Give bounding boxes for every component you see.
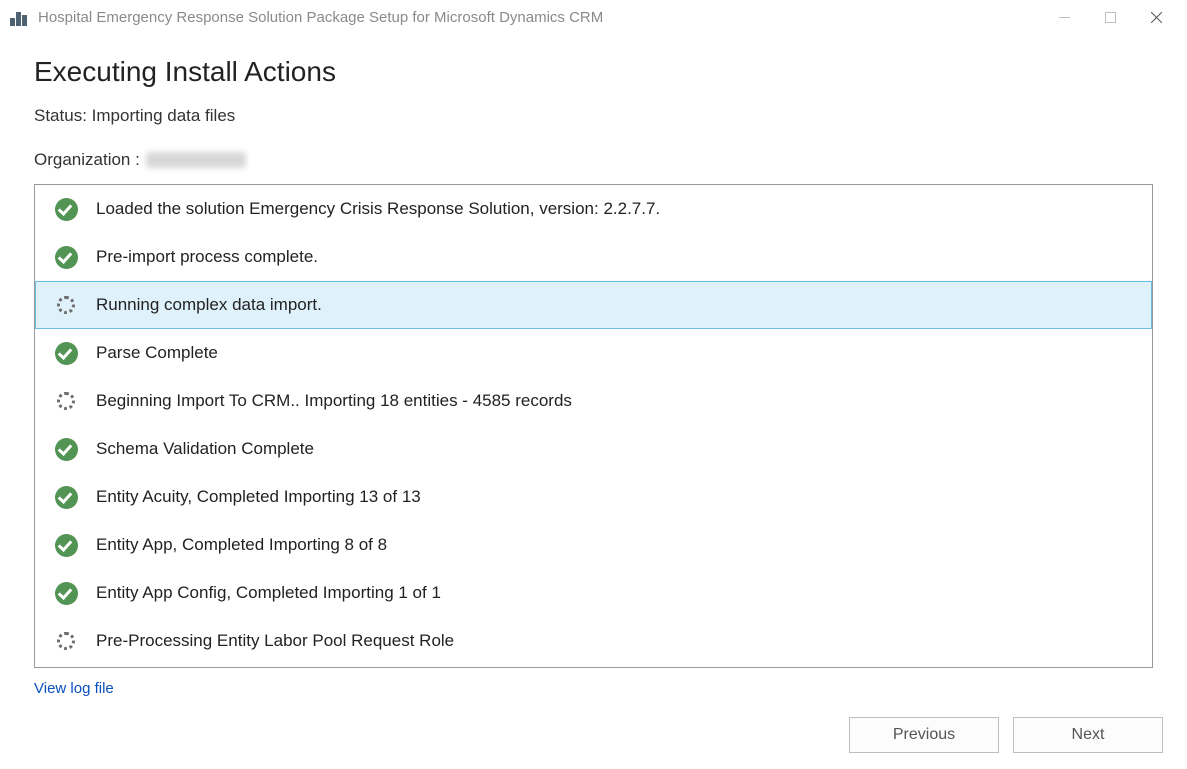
check-icon (54, 245, 78, 269)
log-row[interactable]: Pre-import process complete. (35, 233, 1152, 281)
wizard-footer: Previous Next (849, 717, 1163, 753)
next-button[interactable]: Next (1013, 717, 1163, 753)
log-row[interactable]: Running complex data import. (35, 281, 1152, 329)
log-row[interactable]: Beginning Import To CRM.. Importing 18 e… (35, 377, 1152, 425)
title-bar: Hospital Emergency Response Solution Pac… (0, 0, 1187, 34)
log-text: Pre-import process complete. (96, 247, 318, 267)
log-text: Entity App Config, Completed Importing 1… (96, 583, 441, 603)
minimize-button[interactable] (1041, 2, 1087, 32)
organization-line: Organization : (34, 150, 1153, 170)
log-row[interactable]: Entity Acuity, Completed Importing 13 of… (35, 473, 1152, 521)
previous-button[interactable]: Previous (849, 717, 999, 753)
minimize-icon (1059, 12, 1070, 23)
content-area: Executing Install Actions Status: Import… (0, 34, 1187, 697)
check-icon (54, 485, 78, 509)
status-value: Importing data files (92, 106, 236, 125)
log-text: Running complex data import. (96, 295, 322, 315)
close-button[interactable] (1133, 2, 1179, 32)
log-row[interactable]: Loaded the solution Emergency Crisis Res… (35, 185, 1152, 233)
organization-value-redacted (146, 152, 246, 168)
log-text: Entity Acuity, Completed Importing 13 of… (96, 487, 421, 507)
spinner-icon (54, 389, 78, 413)
log-text: Pre-Processing Entity Labor Pool Request… (96, 631, 454, 651)
check-icon (54, 581, 78, 605)
log-row[interactable]: Entity App Config, Completed Importing 1… (35, 569, 1152, 617)
log-row[interactable]: Pre-Processing Entity Labor Pool Request… (35, 617, 1152, 665)
spinner-icon (54, 629, 78, 653)
window-controls (1041, 2, 1179, 32)
page-title: Executing Install Actions (34, 56, 1153, 88)
log-row[interactable]: Entity App, Completed Importing 8 of 8 (35, 521, 1152, 569)
log-text: Beginning Import To CRM.. Importing 18 e… (96, 391, 572, 411)
maximize-button (1087, 2, 1133, 32)
log-row[interactable]: Schema Validation Complete (35, 425, 1152, 473)
app-icon (10, 8, 30, 26)
maximize-icon (1105, 12, 1116, 23)
log-text: Loaded the solution Emergency Crisis Res… (96, 199, 660, 219)
window-title: Hospital Emergency Response Solution Pac… (38, 9, 603, 26)
check-icon (54, 437, 78, 461)
log-row[interactable]: Parse Complete (35, 329, 1152, 377)
status-line: Status: Importing data files (34, 106, 1153, 126)
check-icon (54, 533, 78, 557)
log-text: Parse Complete (96, 343, 218, 363)
log-text: Entity App, Completed Importing 8 of 8 (96, 535, 387, 555)
check-icon (54, 197, 78, 221)
organization-label: Organization : (34, 150, 140, 170)
status-label: Status: (34, 106, 87, 125)
close-icon (1151, 12, 1162, 23)
log-text: Schema Validation Complete (96, 439, 314, 459)
spinner-icon (54, 293, 78, 317)
check-icon (54, 341, 78, 365)
install-log[interactable]: Loaded the solution Emergency Crisis Res… (34, 184, 1153, 668)
view-log-link[interactable]: View log file (34, 680, 114, 697)
